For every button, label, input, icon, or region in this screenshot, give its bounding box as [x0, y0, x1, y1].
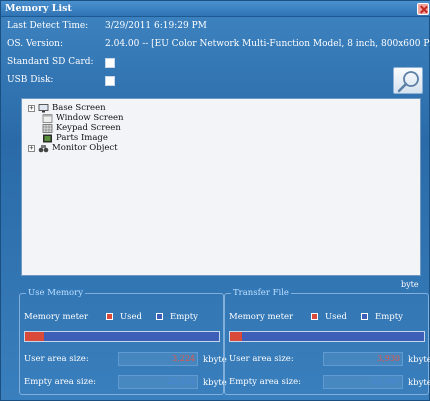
user-area-size-label: User area size: [229, 354, 294, 364]
os-version-label: OS. Version: [7, 39, 63, 49]
tree-item-label: Parts Image [56, 133, 108, 143]
kbyte-unit-label: kbyte [408, 378, 430, 388]
monitor-icon [38, 103, 49, 112]
last-detect-time-value: 3/29/2011 6:19:29 PM [105, 21, 207, 31]
empty-legend-swatch [361, 313, 368, 320]
used-legend-swatch [311, 313, 318, 320]
tree-item-label: Keypad Screen [56, 123, 121, 133]
standard-sd-card-checkbox[interactable] [105, 58, 115, 68]
empty-area-size-label: Empty area size: [229, 377, 302, 387]
memory-meter-bar [24, 331, 220, 342]
expand-toggle[interactable]: + [28, 144, 35, 152]
os-version-value: 2.04.00 -- [EU Color Network Multi-Funct… [105, 39, 430, 49]
tree-item-base-screen[interactable]: + Base Screen [28, 103, 106, 113]
user-area-size-value: 3,930 [323, 352, 403, 366]
memory-list-window: Memory List Last Detect Time: 3/29/2011 … [0, 0, 430, 401]
close-button[interactable] [417, 3, 429, 15]
image-icon [43, 134, 52, 142]
monitor-object-icon [38, 144, 49, 152]
window-title: Memory List [5, 3, 72, 14]
tree-item-window-screen[interactable]: Window Screen [42, 113, 124, 123]
usb-disk-label: USB Disk: [7, 75, 54, 85]
empty-legend-label: Empty [170, 312, 198, 322]
user-area-size-value: 3,224 [118, 352, 198, 366]
title-bar[interactable]: Memory List [1, 1, 430, 17]
transfer-meter-bar [229, 331, 425, 342]
empty-legend-label: Empty [375, 312, 403, 322]
usb-disk-checkbox[interactable] [105, 76, 115, 86]
empty-area-size-label: Empty area size: [24, 377, 97, 387]
used-legend-label: Used [325, 312, 347, 322]
memory-meter-label: Memory meter [24, 312, 89, 322]
memory-tree-view[interactable]: + Base Screen Window Screen Keypad Scree… [21, 98, 421, 276]
memory-meter-used-fill [25, 332, 45, 341]
search-button[interactable] [393, 67, 423, 94]
use-memory-group: Use Memory Memory meter Used Empty User … [19, 288, 227, 395]
tree-item-monitor-object[interactable]: + Monitor Object [28, 143, 118, 153]
magnifier-icon [397, 71, 419, 93]
used-legend-swatch [106, 313, 113, 320]
byte-unit-label: byte [401, 280, 419, 289]
window-screen-icon [42, 113, 53, 123]
empty-legend-swatch [156, 313, 163, 320]
used-legend-label: Used [120, 312, 142, 322]
empty-area-size-value: 29,543 [118, 375, 198, 389]
transfer-file-group: Transfer File Memory meter Used Empty Us… [224, 288, 430, 395]
standard-sd-card-label: Standard SD Card: [7, 57, 94, 67]
keypad-icon [42, 123, 53, 133]
memory-meter-label: Memory meter [229, 312, 294, 322]
transfer-file-title: Transfer File [231, 288, 291, 298]
use-memory-title: Use Memory [26, 288, 86, 298]
expand-toggle[interactable]: + [28, 104, 35, 112]
tree-item-label: Base Screen [52, 103, 106, 113]
tree-item-label: Window Screen [56, 113, 124, 123]
empty-area-size-value: 61,597 [323, 375, 403, 389]
transfer-meter-used-fill [230, 332, 242, 341]
kbyte-unit-label: kbyte [408, 355, 430, 365]
tree-item-keypad-screen[interactable]: Keypad Screen [42, 123, 121, 133]
last-detect-time-label: Last Detect Time: [7, 21, 89, 31]
tree-item-label: Monitor Object [52, 143, 118, 153]
tree-item-parts-image[interactable]: Parts Image [42, 133, 108, 143]
user-area-size-label: User area size: [24, 354, 89, 364]
